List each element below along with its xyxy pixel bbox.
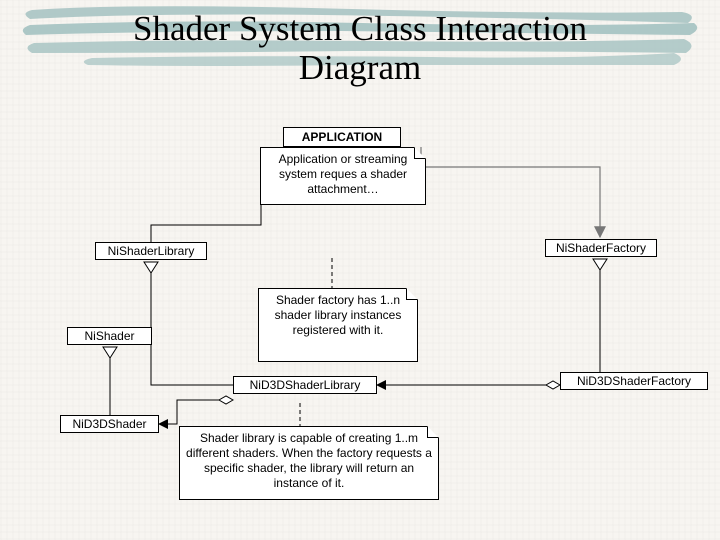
note-factory: Shader factory has 1..n shader library i… (258, 288, 418, 362)
note-application: Application or streaming system reques a… (260, 147, 426, 205)
note-application-text: Application or streaming system reques a… (279, 152, 408, 196)
class-nid3dshader: NiD3DShader (60, 415, 159, 433)
class-application: APPLICATION (283, 127, 401, 147)
note-library: Shader library is capable of creating 1.… (179, 426, 439, 500)
class-nid3dshaderlibrary: NiD3DShaderLibrary (233, 376, 377, 394)
dog-ear-icon (427, 426, 439, 438)
class-nishaderlibrary: NiShaderLibrary (95, 242, 207, 260)
diagram-canvas: APPLICATION NiShaderLibrary NiShaderFact… (0, 0, 720, 540)
dog-ear-icon (406, 288, 418, 300)
class-nishader: NiShader (67, 327, 152, 345)
class-nid3dshaderfactory: NiD3DShaderFactory (560, 372, 708, 390)
note-library-text: Shader library is capable of creating 1.… (186, 431, 432, 490)
note-factory-text: Shader factory has 1..n shader library i… (275, 293, 402, 337)
dog-ear-icon (414, 147, 426, 159)
class-nishaderfactory: NiShaderFactory (545, 239, 657, 257)
